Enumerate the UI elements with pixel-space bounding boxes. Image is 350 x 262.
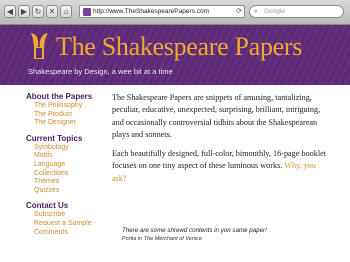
browser-toolbar: ◀ ▶ ↻ ✕ ⌂ http://www.TheShakespearePaper… [0, 0, 350, 25]
quill-logo-icon [31, 33, 48, 59]
url-text: http://www.TheShakespearePapers.com [93, 8, 209, 15]
booklet-paragraph: Each beautifully designed, full-color, b… [112, 148, 330, 185]
forward-icon[interactable]: ▶ [18, 5, 30, 18]
attribution-work: The Merchant of Venice [143, 236, 202, 242]
sidebar-heading-contact: Contact Us [26, 201, 69, 211]
back-icon[interactable]: ◀ [4, 5, 16, 18]
intro-paragraph: The Shakespeare Papers are snippets of a… [112, 93, 321, 139]
sidebar-link-symbology[interactable]: Symbology [34, 144, 112, 153]
sidebar-link-themes[interactable]: Themes [34, 178, 112, 187]
sidebar-link-quizzes[interactable]: Quizzes [34, 187, 112, 196]
sidebar-link-comments[interactable]: Comments [34, 229, 112, 238]
search-icon: ⌕ [254, 8, 258, 15]
sidebar-link-product[interactable]: The Product [34, 111, 112, 120]
search-field[interactable]: ⌕ Google [249, 5, 344, 18]
sidebar-link-philosophy[interactable]: The Philosophy [34, 102, 112, 111]
sidebar-link-language[interactable]: Language [34, 161, 112, 170]
reload-icon[interactable]: ↻ [32, 5, 44, 18]
main-content: The Shakespeare Papers are snippets of a… [112, 92, 330, 185]
quote-text: There are some shrewd contents in yon sa… [122, 227, 267, 234]
site-header: The Shakespeare Papers Shakespeare by De… [0, 25, 350, 85]
site-tagline: Shakespeare by Design, a wee bit at a ti… [28, 67, 173, 76]
sidebar-nav: About the Papers The Philosophy The Prod… [26, 92, 112, 243]
sidebar-link-subscribe[interactable]: Subscribe [34, 211, 112, 220]
sidebar-heading-topics: Current Topics [26, 133, 83, 143]
attribution-speaker: Portia in [122, 236, 143, 242]
stop-icon[interactable]: ✕ [46, 5, 58, 18]
quote-attribution: Portia in The Merchant of Venice [122, 236, 202, 243]
site-title[interactable]: The Shakespeare Papers [56, 31, 302, 63]
address-bar[interactable]: http://www.TheShakespearePapers.com ⟳ [79, 5, 245, 18]
sidebar-link-designer[interactable]: The Designer [34, 119, 112, 128]
search-placeholder: Google [264, 8, 285, 15]
sidebar-link-motifs[interactable]: Motifs [34, 152, 112, 161]
sidebar-link-collections[interactable]: Collections [34, 170, 112, 179]
favicon-icon [83, 8, 91, 16]
sidebar-link-request-sample[interactable]: Request a Sample [34, 220, 112, 229]
sidebar-heading-about: About the Papers [26, 92, 93, 101]
home-icon[interactable]: ⌂ [60, 5, 72, 18]
refresh-icon[interactable]: ⟳ [236, 7, 242, 17]
